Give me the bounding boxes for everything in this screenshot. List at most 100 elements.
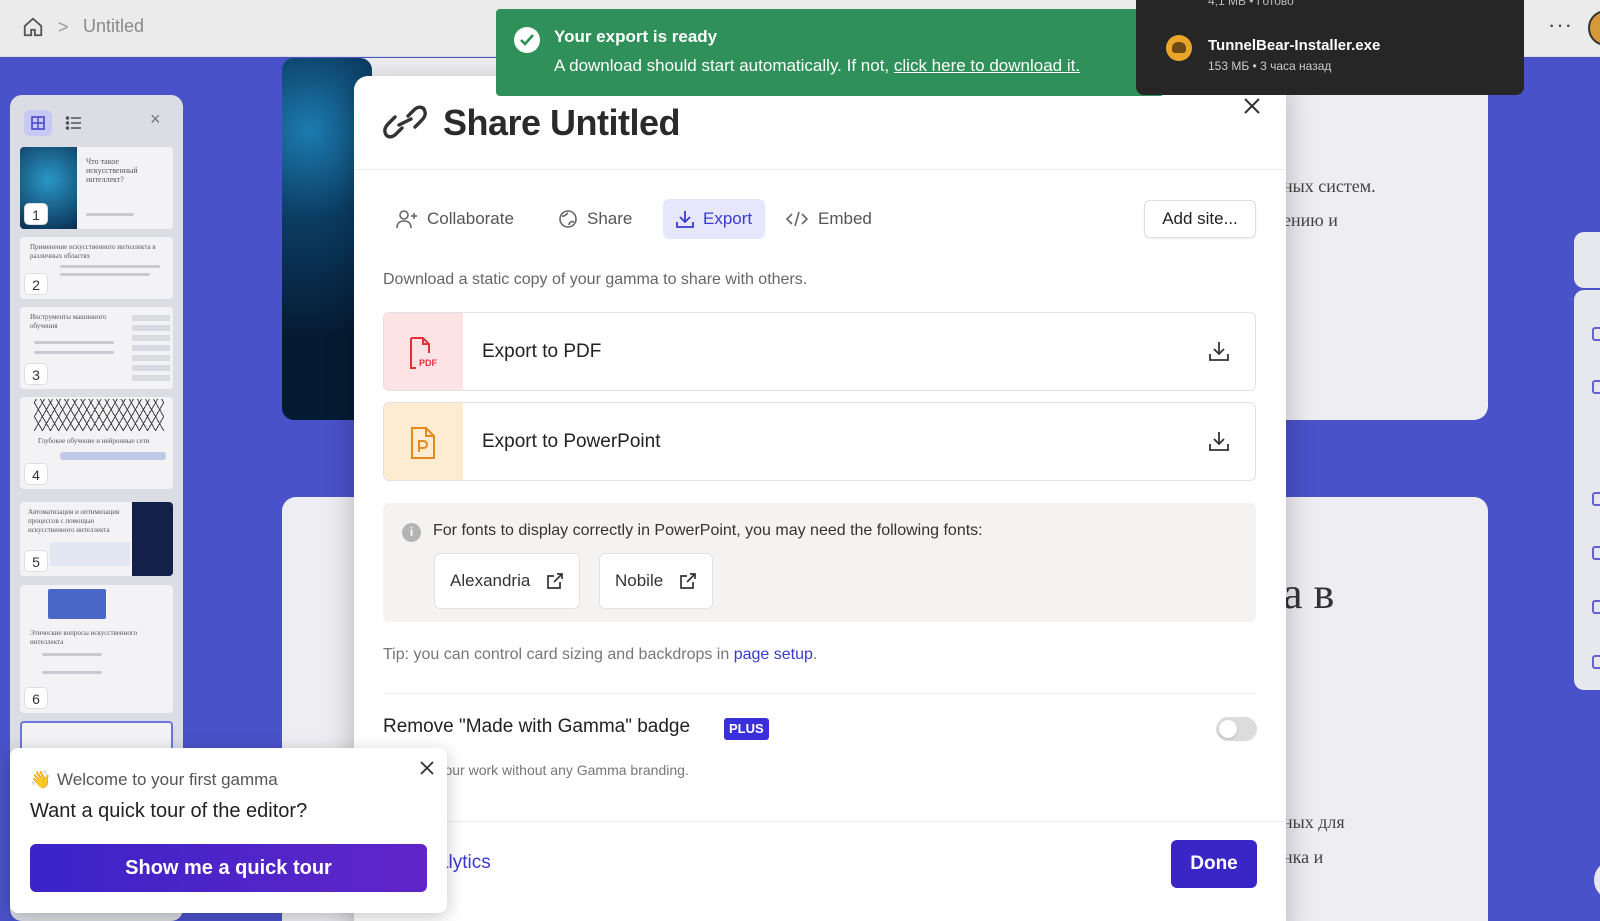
slide-number: 2 [24, 273, 48, 295]
external-link-icon [680, 573, 697, 589]
font-link-nobile[interactable]: Nobile [599, 553, 714, 609]
tab-embed[interactable]: Embed [772, 199, 885, 239]
slide-thumbnail-1[interactable]: Что такое искусственный интеллект? 1 [20, 147, 173, 229]
toast-message-text: A download should start automatically. I… [554, 56, 890, 75]
add-person-icon [396, 210, 417, 229]
font-name: Nobile [615, 571, 664, 590]
thumbnail-line [86, 213, 134, 216]
welcome-popover: 👋 Welcome to your first gamma Want a qui… [10, 748, 447, 913]
export-description: Download a static copy of your gamma to … [383, 271, 808, 288]
export-pdf-label: Export to PDF [482, 341, 602, 362]
thumbnail-title: Автоматизация и оптимизация процессов с … [28, 508, 120, 534]
image-icon[interactable] [1592, 492, 1600, 506]
close-panel-icon[interactable]: × [150, 109, 161, 130]
download-link[interactable]: click here to download it. [894, 56, 1080, 75]
pdf-file-icon: PDF [410, 337, 438, 369]
slide-number: 6 [24, 687, 48, 709]
slide-thumbnail-6[interactable]: Этические вопросы искусственного интелле… [20, 585, 173, 713]
divider [383, 693, 1256, 694]
thumbnail-network-graphic [34, 399, 164, 431]
thumbnail-line [42, 653, 102, 656]
ai-edit-button[interactable] [1574, 232, 1600, 288]
thumbnail-line [42, 671, 102, 674]
thumbnail-bar [60, 452, 166, 460]
table-icon[interactable] [1592, 546, 1600, 560]
download-icon [676, 211, 694, 228]
slide-thumbnail-2[interactable]: Применение искусственного интеллекта в р… [20, 237, 173, 299]
chat-icon[interactable] [1592, 655, 1600, 669]
welcome-question: Want a quick tour of the editor? [30, 800, 308, 822]
link-icon [383, 105, 427, 139]
slide-number: 1 [24, 203, 48, 225]
home-icon[interactable] [22, 16, 44, 38]
grid-view-icon[interactable] [24, 110, 52, 136]
slide-thumbnail-4[interactable]: Глубокое обучение и нейронные сети 4 [20, 397, 173, 489]
globe-icon [559, 210, 577, 228]
close-icon[interactable] [419, 760, 435, 776]
slide-number: 4 [24, 463, 48, 485]
right-toolbar [1574, 290, 1600, 690]
export-ready-toast: Your export is ready A download should s… [496, 9, 1164, 96]
tab-label: Embed [818, 209, 872, 228]
breadcrumb-doc-title[interactable]: Untitled [83, 16, 144, 37]
done-button[interactable]: Done [1171, 840, 1257, 888]
slide-thumbnail-5[interactable]: Автоматизация и оптимизация процессов с … [20, 502, 173, 576]
quick-tour-button[interactable]: Show me a quick tour [30, 844, 427, 892]
plus-badge: PLUS [724, 718, 769, 740]
tab-collaborate[interactable]: Collaborate [383, 199, 527, 239]
svg-text:PDF: PDF [419, 358, 438, 368]
browser-downloads-panel: 4,1 МБ • Готово TunnelBear-Installer.exe… [1136, 0, 1524, 95]
layout-icon[interactable] [1592, 380, 1600, 394]
background-slide-text: нка и [1283, 847, 1324, 867]
external-link-icon [547, 573, 564, 589]
divider [354, 821, 1286, 822]
background-slide-text: ению и [1283, 210, 1338, 230]
divider [354, 169, 1286, 170]
thumbnail-line [34, 341, 114, 344]
thumbnail-line [60, 265, 160, 268]
thumbnail-title: Что такое искусственный интеллект? [86, 157, 138, 184]
download-file-name[interactable]: TunnelBear-Installer.exe [1208, 37, 1380, 54]
more-options-button[interactable]: ··· [1548, 12, 1573, 38]
thumbnail-title: Инструменты машинного обучения [30, 313, 107, 330]
waving-hand-icon: 👋 [30, 770, 52, 789]
thumbnail-image [132, 502, 173, 576]
font-link-alexandria[interactable]: Alexandria [434, 553, 581, 609]
list-view-icon[interactable] [60, 110, 88, 136]
download-item-previous[interactable]: 4,1 МБ • Готово [1208, 0, 1294, 8]
check-icon [514, 27, 540, 53]
toast-message: A download should start automatically. I… [554, 56, 1080, 76]
thumbnail-line [60, 273, 150, 276]
breadcrumb-separator: > [58, 17, 69, 37]
tab-share[interactable]: Share [545, 199, 645, 239]
export-pdf-button[interactable]: PDF Export to PDF [383, 312, 1256, 391]
page-setup-link[interactable]: page setup [734, 646, 813, 663]
help-button[interactable] [1594, 860, 1600, 900]
font-name: Alexandria [450, 571, 531, 590]
close-icon[interactable] [1242, 96, 1262, 116]
tip-prefix: Tip: you can control card sizing and bac… [383, 646, 730, 663]
thumbnail-title: Применение искусственного интеллекта в р… [30, 243, 156, 260]
cards-icon[interactable] [1592, 327, 1600, 341]
background-slide-text: ных для [1283, 812, 1345, 832]
slide-thumbnail-3[interactable]: Инструменты машинного обучения 3 [20, 307, 173, 389]
remove-badge-toggle[interactable] [1216, 717, 1257, 741]
tab-export[interactable]: Export [663, 199, 766, 239]
download-icon [1209, 342, 1229, 361]
background-slide-heading: а в [1283, 569, 1335, 618]
tab-label: Share [587, 209, 633, 228]
welcome-title: Welcome to your first gamma [57, 770, 278, 789]
tip-text: Tip: you can control card sizing and bac… [383, 646, 817, 664]
embed-icon[interactable] [1592, 600, 1600, 614]
thumbnail-box [50, 542, 130, 566]
code-icon [785, 211, 809, 227]
export-powerpoint-button[interactable]: Export to PowerPoint [383, 402, 1256, 481]
avatar[interactable] [1588, 10, 1600, 46]
export-ppt-label: Export to PowerPoint [482, 431, 661, 452]
ppt-swatch [384, 403, 463, 480]
thumbnail-graphic [132, 315, 170, 385]
slide-number: 5 [24, 550, 48, 572]
fonts-notice: i For fonts to display correctly in Powe… [383, 503, 1256, 622]
background-slide-text: ных систем. [1283, 176, 1376, 196]
add-site-button[interactable]: Add site... [1144, 200, 1256, 238]
